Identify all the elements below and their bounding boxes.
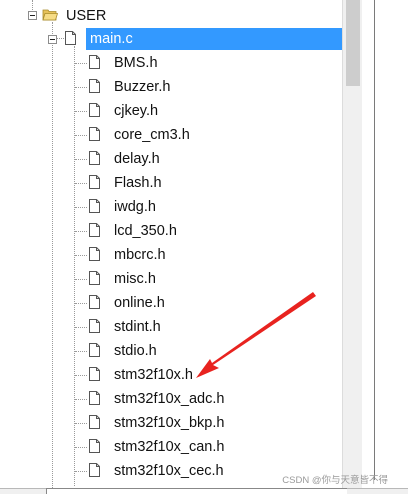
include-file-label: delay.h: [114, 151, 160, 167]
file-icon: [89, 463, 100, 477]
tree-item-include[interactable]: BMS.h: [114, 52, 158, 74]
include-file-label: iwdg.h: [114, 199, 156, 215]
include-file-label: Flash.h: [114, 175, 162, 191]
file-icon: [89, 271, 100, 285]
file-tree: USER main.c BMS.h Buzzer.h cjkey.h core_cm3…: [0, 0, 342, 490]
file-icon: [89, 391, 100, 405]
file-icon: [89, 415, 100, 429]
tree-item-include[interactable]: stdint.h: [114, 316, 161, 338]
tree-item-include[interactable]: iwdg.h: [114, 196, 156, 218]
pane-divider: [374, 0, 375, 480]
file-icon: [89, 199, 100, 213]
tree-item-include[interactable]: stm32f10x_adc.h: [114, 388, 224, 410]
selected-file-label: main.c: [90, 31, 133, 47]
tree-item-include[interactable]: mbcrc.h: [114, 244, 166, 266]
tree-line: [75, 303, 87, 304]
file-icon: [89, 247, 100, 261]
include-file-label: stdint.h: [114, 319, 161, 335]
tree-item-include[interactable]: stdio.h: [114, 340, 157, 362]
right-pane: [362, 0, 408, 494]
file-icon: [89, 55, 100, 69]
include-file-label: stm32f10x_cec.h: [114, 463, 224, 479]
collapse-toggle[interactable]: [28, 11, 37, 20]
tree-item-include[interactable]: delay.h: [114, 148, 160, 170]
tree-line: [75, 447, 87, 448]
tree-line: [74, 46, 75, 486]
file-icon: [89, 319, 100, 333]
tree-item-include[interactable]: Buzzer.h: [114, 76, 170, 98]
tree-item-include[interactable]: cjkey.h: [114, 100, 158, 122]
include-file-label: stdio.h: [114, 343, 157, 359]
tree-item-include[interactable]: online.h: [114, 292, 165, 314]
tree-line: [75, 279, 87, 280]
file-icon: [89, 343, 100, 357]
tree-item-include[interactable]: stm32f10x_cec.h: [114, 460, 224, 482]
tree-item-main-c[interactable]: main.c: [86, 28, 342, 50]
tree-item-include[interactable]: stm32f10x_bkp.h: [114, 412, 224, 434]
include-file-label: online.h: [114, 295, 165, 311]
tree-item-include[interactable]: lcd_350.h: [114, 220, 177, 242]
file-icon: [89, 79, 100, 93]
tree-line: [75, 135, 87, 136]
tree-line: [75, 183, 87, 184]
include-file-label: lcd_350.h: [114, 223, 177, 239]
vertical-scrollbar[interactable]: [342, 0, 363, 490]
file-icon: [89, 439, 100, 453]
project-tree-panel: USER main.c BMS.h Buzzer.h cjkey.h core_cm3…: [0, 0, 408, 494]
file-icon: [89, 127, 100, 141]
include-file-label: stm32f10x_can.h: [114, 439, 225, 455]
tree-line: [75, 231, 87, 232]
file-icon: [89, 367, 100, 381]
tree-line: [75, 327, 87, 328]
tree-line: [75, 159, 87, 160]
tree-line: [75, 207, 87, 208]
include-file-label: stm32f10x.h: [114, 367, 193, 383]
file-icon: [89, 295, 100, 309]
tree-item-include[interactable]: Flash.h: [114, 172, 162, 194]
tree-line: [75, 423, 87, 424]
tree-line: [75, 255, 87, 256]
watermark: CSDN @你与天意皆不得: [282, 475, 388, 486]
tree-line: [75, 375, 87, 376]
tree-line: [75, 399, 87, 400]
include-file-label: mbcrc.h: [114, 247, 166, 263]
file-icon: [89, 175, 100, 189]
file-icon: [89, 151, 100, 165]
file-icon: [89, 223, 100, 237]
folder-label: USER: [66, 8, 107, 24]
folder-open-icon: [42, 9, 58, 21]
include-file-label: stm32f10x_adc.h: [114, 391, 225, 407]
include-file-label: stm32f10x_bkp.h: [114, 415, 225, 431]
file-icon: [65, 31, 76, 45]
tree-line: [75, 63, 87, 64]
bottom-tab[interactable]: [46, 488, 347, 494]
include-file-label: Buzzer.h: [114, 79, 171, 95]
include-file-label: misc.h: [114, 271, 156, 287]
collapse-toggle[interactable]: [48, 35, 57, 44]
tree-line: [75, 351, 87, 352]
tree-item-include[interactable]: stm32f10x.h: [114, 364, 193, 386]
scrollbar-thumb[interactable]: [346, 0, 360, 86]
tree-line: [75, 87, 87, 88]
tree-item-include[interactable]: misc.h: [114, 268, 156, 290]
file-icon: [89, 103, 100, 117]
tree-line: [75, 471, 87, 472]
tree-line: [52, 22, 53, 490]
tree-item-include[interactable]: core_cm3.h: [114, 124, 190, 146]
include-file-label: core_cm3.h: [114, 127, 190, 143]
include-file-label: cjkey.h: [114, 103, 159, 119]
tree-folder-user[interactable]: USER: [66, 5, 106, 27]
tree-item-include[interactable]: stm32f10x_can.h: [114, 436, 224, 458]
include-file-label: BMS.h: [114, 55, 158, 71]
tree-line: [75, 111, 87, 112]
